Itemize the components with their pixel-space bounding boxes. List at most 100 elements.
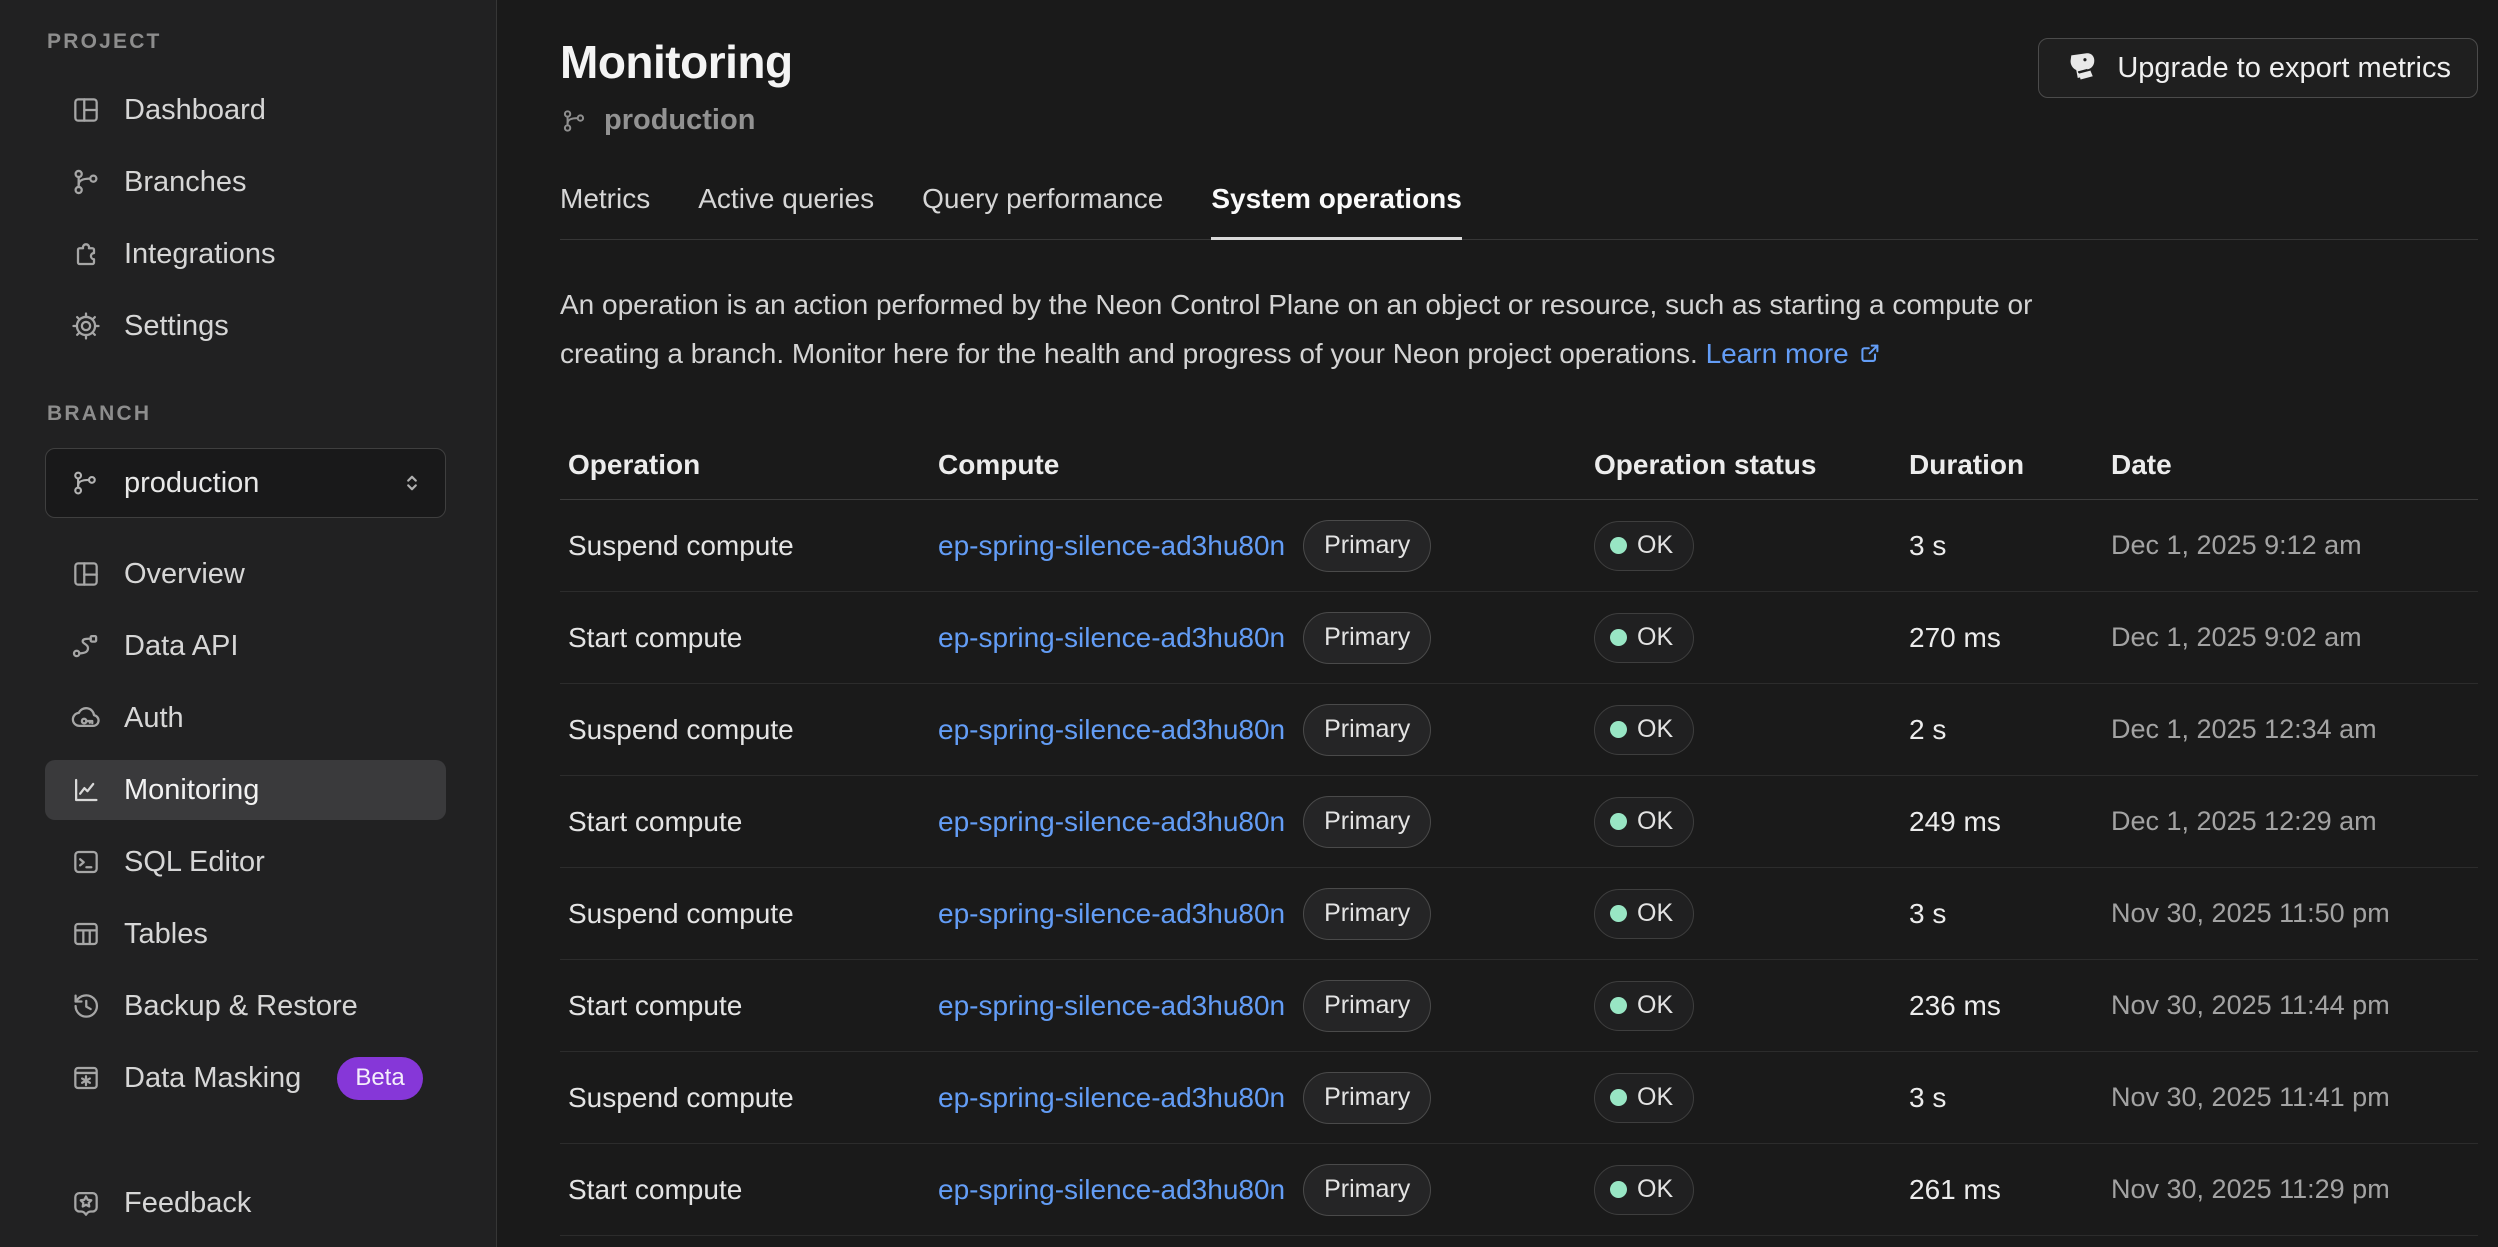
sidebar-item-label: Backup & Restore [124,990,358,1023]
compute-endpoint-link[interactable]: ep-spring-silence-ad3hu80n [938,1082,1285,1114]
status-badge: OK [1594,705,1694,755]
primary-badge: Primary [1303,980,1431,1032]
status-cell: OK [1586,1073,1901,1123]
sidebar-item-label: Data API [124,630,238,663]
status-badge: OK [1594,889,1694,939]
tab-metrics[interactable]: Metrics [560,183,650,240]
sidebar-item-auth[interactable]: Auth [45,688,446,748]
operation-cell: Start compute [560,622,930,654]
page-header: Monitoring production Upgrade to export … [560,34,2478,137]
sidebar-item-backup-restore[interactable]: Backup & Restore [45,976,446,1036]
tab-query-performance[interactable]: Query performance [922,183,1163,240]
duration-cell: 270 ms [1901,622,2103,654]
date-cell: Dec 1, 2025 9:12 am [2103,530,2478,561]
primary-badge: Primary [1303,520,1431,572]
terminal-icon [70,846,102,878]
title-block: Monitoring production [560,34,793,137]
chevron-up-down-icon [399,470,425,496]
tab-system-operations[interactable]: System operations [1211,183,1462,240]
status-ok-dot-icon [1610,1181,1627,1198]
compute-cell: ep-spring-silence-ad3hu80n Primary [930,1072,1586,1124]
sidebar-item-tables[interactable]: Tables [45,904,446,964]
sidebar-item-data-masking[interactable]: Data Masking Beta [45,1048,446,1108]
current-branch-name: production [604,104,755,137]
status-ok-dot-icon [1610,721,1627,738]
branch-section-label: BRANCH [47,402,446,426]
status-ok-dot-icon [1610,997,1627,1014]
branch-icon [560,107,588,135]
duration-cell: 249 ms [1901,806,2103,838]
history-icon [70,990,102,1022]
compute-cell: ep-spring-silence-ad3hu80n Primary [930,1164,1586,1216]
page-title: Monitoring [560,34,793,90]
sidebar-item-sql-editor[interactable]: SQL Editor [45,832,446,892]
compute-cell: ep-spring-silence-ad3hu80n Primary [930,888,1586,940]
sidebar: PROJECT Dashboard Branches Integrations … [0,0,497,1247]
data-api-icon [70,630,102,662]
sidebar-item-overview[interactable]: Overview [45,544,446,604]
operation-cell: Start compute [560,990,930,1022]
sidebar-item-data-api[interactable]: Data API [45,616,446,676]
status-cell: OK [1586,521,1901,571]
compute-cell: ep-spring-silence-ad3hu80n Primary [930,520,1586,572]
compute-endpoint-link[interactable]: ep-spring-silence-ad3hu80n [938,806,1285,838]
compute-endpoint-link[interactable]: ep-spring-silence-ad3hu80n [938,898,1285,930]
table-row: Suspend compute ep-spring-silence-ad3hu8… [560,500,2478,592]
sidebar-item-branches[interactable]: Branches [45,152,446,212]
compute-endpoint-link[interactable]: ep-spring-silence-ad3hu80n [938,1174,1285,1206]
date-cell: Nov 30, 2025 11:41 pm [2103,1082,2478,1113]
branch-selector[interactable]: production [45,448,446,518]
compute-cell: ep-spring-silence-ad3hu80n Primary [930,612,1586,664]
status-badge: OK [1594,613,1694,663]
status-cell: OK [1586,705,1901,755]
primary-badge: Primary [1303,796,1431,848]
compute-endpoint-link[interactable]: ep-spring-silence-ad3hu80n [938,714,1285,746]
sidebar-item-dashboard[interactable]: Dashboard [45,80,446,140]
tab-active-queries[interactable]: Active queries [698,183,874,240]
date-cell: Dec 1, 2025 12:29 am [2103,806,2478,837]
sidebar-item-feedback[interactable]: Feedback [45,1173,446,1233]
monitoring-chart-icon [70,774,102,806]
neon-console-app: PROJECT Dashboard Branches Integrations … [0,0,2498,1247]
sidebar-item-label: Tables [124,918,208,951]
current-branch: production [560,104,793,137]
sidebar-item-label: Monitoring [124,774,259,807]
primary-badge: Primary [1303,704,1431,756]
table-row: Suspend compute ep-spring-silence-ad3hu8… [560,1052,2478,1144]
status-badge: OK [1594,1073,1694,1123]
compute-cell: ep-spring-silence-ad3hu80n Primary [930,796,1586,848]
operation-cell: Start compute [560,1174,930,1206]
table-icon [70,918,102,950]
table-row: Start compute ep-spring-silence-ad3hu80n… [560,776,2478,868]
status-ok-dot-icon [1610,813,1627,830]
sidebar-item-label: SQL Editor [124,846,265,879]
sidebar-item-label: Feedback [124,1187,251,1220]
sidebar-item-settings[interactable]: Settings [45,296,446,356]
upgrade-button-label: Upgrade to export metrics [2117,52,2451,85]
table-row: Start compute ep-spring-silence-ad3hu80n… [560,960,2478,1052]
learn-more-link[interactable]: Learn more [1706,338,1883,369]
col-operation: Operation [560,449,930,481]
table-row: Start compute ep-spring-silence-ad3hu80n… [560,592,2478,684]
duration-cell: 2 s [1901,714,2103,746]
compute-cell: ep-spring-silence-ad3hu80n Primary [930,704,1586,756]
table-row: Suspend compute ep-spring-silence-ad3hu8… [560,684,2478,776]
compute-endpoint-link[interactable]: ep-spring-silence-ad3hu80n [938,622,1285,654]
sidebar-item-label: Settings [124,310,229,343]
status-badge: OK [1594,981,1694,1031]
status-ok-dot-icon [1610,629,1627,646]
puzzle-icon [70,238,102,270]
compute-endpoint-link[interactable]: ep-spring-silence-ad3hu80n [938,530,1285,562]
status-cell: OK [1586,889,1901,939]
col-compute: Compute [930,449,1586,481]
auth-cloud-key-icon [70,702,102,734]
datadog-icon [2065,50,2101,86]
sidebar-item-monitoring[interactable]: Monitoring [45,760,446,820]
status-ok-dot-icon [1610,1089,1627,1106]
upgrade-to-export-metrics-button[interactable]: Upgrade to export metrics [2038,38,2478,98]
sidebar-item-integrations[interactable]: Integrations [45,224,446,284]
sidebar-footer: Feedback [45,1173,446,1233]
gear-icon [70,310,102,342]
date-cell: Nov 30, 2025 11:29 pm [2103,1174,2478,1205]
compute-endpoint-link[interactable]: ep-spring-silence-ad3hu80n [938,990,1285,1022]
